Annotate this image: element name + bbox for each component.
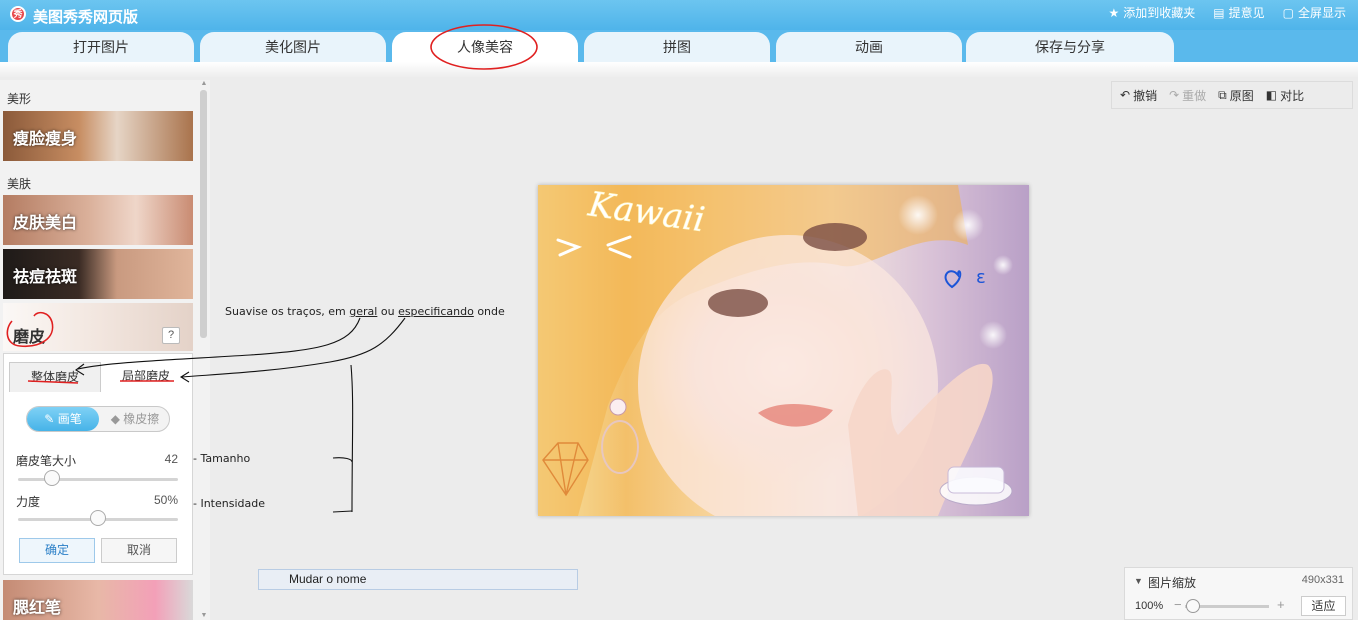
right-eye <box>803 223 867 251</box>
bracket-line <box>350 364 354 513</box>
brush-tool-button[interactable]: ✎ 画笔 <box>27 407 99 431</box>
smooth-settings-panel: 整体磨皮 局部磨皮 ✎ 画笔 ◆ 橡皮擦 磨皮笔大小 42 力度 50% 确定 … <box>3 353 193 575</box>
fit-button[interactable]: 适应 <box>1301 596 1346 616</box>
original-label: 原图 <box>1229 88 1254 103</box>
brush-icon: ✎ <box>44 412 58 426</box>
chat-bubble-icon: ▤ <box>1213 5 1225 20</box>
photo-canvas[interactable]: Kawaii ε <box>538 185 1029 516</box>
tab-animation[interactable]: 动画 <box>776 32 962 62</box>
undo-button[interactable]: ↶ 撤销 <box>1120 87 1157 104</box>
feature-slim-label: 瘦脸瘦身 <box>13 131 78 148</box>
collapse-caret-icon[interactable]: ▼ <box>1134 576 1143 586</box>
scroll-up-icon[interactable]: ▲ <box>199 80 209 88</box>
image-size: 490x331 <box>1301 574 1344 586</box>
brush-size-slider[interactable] <box>43 470 60 486</box>
compare-label: 对比 <box>1280 88 1305 103</box>
rename-field[interactable]: Mudar o nome <box>258 569 578 590</box>
scroll-down-icon[interactable]: ▼ <box>199 612 209 620</box>
brush-label: 画笔 <box>57 412 82 426</box>
annotation-geral: geral <box>349 305 378 318</box>
brush-size-track <box>18 478 178 481</box>
zoom-in-icon[interactable]: + <box>1277 597 1285 612</box>
feature-smooth-label: 磨皮 <box>13 329 46 346</box>
annotation-especificando: especificando <box>398 305 474 318</box>
compare-icon: ◧ <box>1265 88 1278 102</box>
zoom-out-icon[interactable]: − <box>1174 597 1182 612</box>
fullscreen-label: 全屏显示 <box>1297 6 1346 20</box>
annotation-size: - Tamanho <box>193 452 251 465</box>
feature-blush-brush[interactable]: 腮红笔 <box>3 580 193 620</box>
strength-slider[interactable] <box>90 510 106 526</box>
app-logo-icon: 秀 <box>10 6 26 22</box>
cancel-button[interactable]: 取消 <box>101 538 177 563</box>
annotation-intensity: - Intensidade <box>193 497 265 510</box>
star-icon: ★ <box>1108 5 1120 20</box>
svg-text:ε: ε <box>976 267 986 288</box>
tab-subbar <box>0 62 1358 78</box>
left-panel-scrollbar[interactable]: ▲ ▼ <box>199 80 209 620</box>
redo-label: 重做 <box>1182 88 1207 103</box>
feature-acne-label: 祛痘祛斑 <box>13 269 78 286</box>
compare-button[interactable]: ◧ 对比 <box>1266 87 1304 104</box>
feature-slim-face[interactable]: 瘦脸瘦身 <box>3 111 193 161</box>
annotation-prefix: Suavise os traços, em <box>225 305 350 318</box>
brush-size-label: 磨皮笔大小 <box>16 454 77 468</box>
left-eye <box>708 289 768 317</box>
redo-icon: ↷ <box>1169 88 1180 102</box>
arrow-to-local-tab <box>181 317 406 378</box>
original-icon: ⧉ <box>1218 87 1227 102</box>
feedback-label: 提意见 <box>1228 6 1265 20</box>
photo-illustration: Kawaii ε <box>538 185 1013 516</box>
eraser-label: 橡皮擦 <box>123 412 160 426</box>
feature-acne-removal[interactable]: 祛痘祛斑 <box>3 249 193 299</box>
tab-beautify[interactable]: 美化图片 <box>200 32 386 62</box>
redo-button[interactable]: ↷ 重做 <box>1169 87 1206 104</box>
title-bar: 秀 美图秀秀网页版 ★ 添加到收藏夹 ▤ 提意见 ▢ 全屏显示 <box>0 0 1358 30</box>
strength-value: 50% <box>153 493 178 507</box>
tab-portrait[interactable]: 人像美容 <box>392 32 578 62</box>
top-links: ★ 添加到收藏夹 ▤ 提意见 ▢ 全屏显示 <box>1109 4 1347 21</box>
section-shape-label: 美形 <box>7 92 32 106</box>
zoom-panel: ▼ 图片缩放 490x331 100% − + 适应 <box>1124 567 1353 620</box>
zoom-slider[interactable] <box>1186 599 1201 613</box>
blue-heart-doodle <box>944 270 962 289</box>
help-button[interactable]: ? <box>162 327 180 344</box>
original-button[interactable]: ⧉ 原图 <box>1218 87 1254 104</box>
tool-toggle: ✎ 画笔 ◆ 橡皮擦 <box>26 406 170 432</box>
bracket-intensity <box>332 510 353 513</box>
annotation-smooth-note: Suavise os traços, em geral ou especific… <box>225 305 505 318</box>
zoom-percent: 100% <box>1135 600 1164 612</box>
favorite-link[interactable]: ★ 添加到收藏夹 <box>1109 4 1196 21</box>
eraser-icon: ◆ <box>110 412 124 426</box>
brush-size-value: 42 <box>164 452 178 466</box>
annotation-suffix: onde <box>473 305 505 318</box>
feature-whiten-label: 皮肤美白 <box>13 215 78 232</box>
section-skin-label: 美肤 <box>7 177 32 191</box>
undo-label: 撤销 <box>1133 88 1158 103</box>
favorite-label: 添加到收藏夹 <box>1123 6 1196 20</box>
feedback-link[interactable]: ▤ 提意见 <box>1213 4 1264 21</box>
fullscreen-icon: ▢ <box>1282 5 1294 20</box>
tab-collage[interactable]: 拼图 <box>584 32 770 62</box>
tab-global-smooth[interactable]: 整体磨皮 <box>9 362 101 392</box>
app-title: 美图秀秀网页版 <box>33 9 139 26</box>
undo-icon: ↶ <box>1120 88 1131 102</box>
feature-blush-label: 腮红笔 <box>13 600 62 617</box>
tab-local-smooth[interactable]: 局部磨皮 <box>104 362 188 392</box>
confirm-button[interactable]: 确定 <box>19 538 95 563</box>
bracket-size <box>332 457 353 463</box>
edit-toolbar: ↶ 撤销 ↷ 重做 ⧉ 原图 ◧ 对比 <box>1111 81 1353 109</box>
annotation-mid: ou <box>377 305 399 318</box>
scroll-thumb[interactable] <box>200 90 207 338</box>
zoom-title: 图片缩放 <box>1148 576 1197 590</box>
eraser-tool-button[interactable]: ◆ 橡皮擦 <box>101 407 169 431</box>
strength-label: 力度 <box>16 495 41 509</box>
fullscreen-link[interactable]: ▢ 全屏显示 <box>1283 4 1346 21</box>
feature-skin-whiten[interactable]: 皮肤美白 <box>3 195 193 245</box>
main-tabs: 打开图片 美化图片 人像美容 拼图 动画 保存与分享 <box>0 30 1358 62</box>
tab-open-image[interactable]: 打开图片 <box>8 32 194 62</box>
tab-save-share[interactable]: 保存与分享 <box>966 32 1174 62</box>
